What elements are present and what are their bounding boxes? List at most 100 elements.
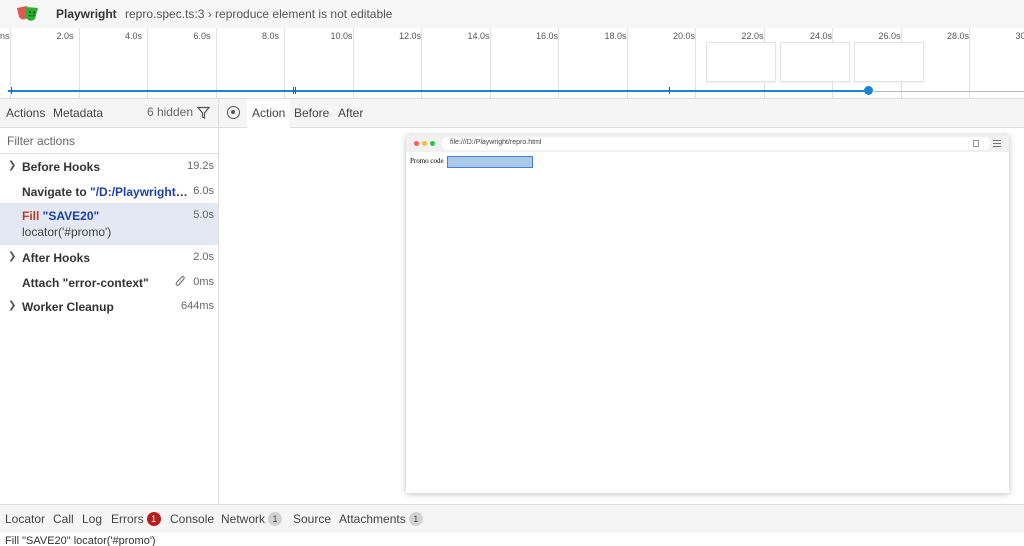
tab-attachments[interactable]: Attachments 1 [339,512,423,526]
tab-label: Source [293,512,332,526]
filter-icon [197,106,210,119]
action-title: Navigate to "/D:/Playwright/re... [22,185,190,199]
pick-locator-icon[interactable] [227,106,240,119]
menu-icon[interactable] [993,140,1001,147]
chevron-right-icon[interactable]: ❯ [8,300,16,311]
action-fill-selected[interactable]: Fill "SAVE20" 5.0s locator('#promo') [0,203,218,245]
timeline-tick [421,28,422,98]
tab-call[interactable]: Call [53,512,74,526]
tab-label: Network [221,512,266,526]
details-tab-strip: Locator Call Log Errors 1 Console Network… [0,504,1024,533]
action-verb: Navigate to [22,184,91,199]
action-title: Fill "SAVE20" [22,209,99,223]
app-header: Playwright repro.spec.ts:3 › reproduce e… [0,0,1024,28]
hidden-actions-filter[interactable]: 6 hidden [147,105,210,119]
action-duration: 6.0s [193,184,214,197]
action-locator: locator('#promo') [22,225,112,239]
timeline-tick-label: 24.0s [810,31,833,41]
snapshot-page: Promo code [406,152,1009,493]
action-duration: 2.0s [193,251,214,263]
action-navigate[interactable]: Navigate to "/D:/Playwright/re... 6.0s [0,179,218,204]
call-details-text: Fill "SAVE20" locator('#promo') [5,535,156,546]
chevron-right-icon[interactable]: ❯ [8,251,16,262]
attachments-count-badge: 1 [408,512,423,526]
tab-label: Console [170,512,215,526]
timeline-tick [78,28,80,98]
tab-errors[interactable]: Errors 1 [111,512,161,526]
copy-icon[interactable] [973,140,979,147]
tab-label: Errors [111,512,144,526]
browser-toolbar: file:///D:/Playwright/repro.html [406,135,1009,152]
tab-metadata[interactable]: Metadata [53,106,103,120]
timeline-tick [147,28,148,98]
timeline-tick-label: 16.0s [536,31,559,41]
action-attach[interactable]: Attach "error-context" 0ms [0,270,218,295]
filter-actions-input[interactable]: Filter actions [0,128,218,154]
action-before-hooks[interactable]: ❯ Before Hooks 19.2s [0,154,218,179]
timeline-tick-label: 4.0s [125,31,143,41]
window-minimize-icon [422,141,427,146]
chevron-right-icon[interactable]: ❯ [8,160,16,171]
timeline-tick-label: 6.0s [193,31,211,41]
tab-log[interactable]: Log [82,512,102,526]
timeline-tick-label: 14.0s [467,31,490,41]
tab-console[interactable]: Console [170,512,214,526]
promo-code-input-highlighted[interactable] [447,156,533,168]
network-count-badge: 1 [268,512,283,526]
timeline-progress-bar [8,90,868,92]
action-after-hooks[interactable]: ❯ After Hooks 2.0s [0,245,218,270]
action-title: Worker Cleanup [22,300,114,314]
timeline-thumbnail [854,42,924,82]
timeline-tick [969,28,970,98]
timeline-tick-label: 10.0s [330,31,353,41]
timeline-tick-label: 30 [1015,31,1024,41]
action-duration: 0ms [193,275,214,288]
action-worker-cleanup[interactable]: ❯ Worker Cleanup 644ms [0,294,218,319]
tab-locator[interactable]: Locator [5,512,45,526]
timeline-thumbnail [706,42,776,82]
tab-action[interactable]: Action [247,99,291,128]
hidden-count-label: 6 hidden [146,105,193,119]
action-title: After Hooks [22,251,91,265]
tab-label: Attachments [339,512,406,526]
timeline-tick-label: ns [0,31,10,41]
timeline-tick-label: 26.0s [878,31,901,41]
paperclip-icon[interactable] [174,275,186,288]
timeline-marker [11,87,12,94]
action-duration: 19.2s [187,160,214,172]
action-argument: "SAVE20" [42,209,100,223]
tab-actions[interactable]: Actions [6,106,45,120]
promo-code-label: Promo code [410,157,444,165]
timeline-tick-label: 22.0s [741,31,764,41]
left-tab-strip: Actions Metadata 6 hidden [0,99,218,128]
timeline-tick [558,28,559,98]
action-title: Before Hooks [22,160,101,174]
test-title: repro.spec.ts:3 › reproduce element is n… [125,7,393,21]
timeline-tick-label: 2.0s [56,31,74,41]
timeline-tick-label: 12.0s [399,31,422,41]
timeline-marker [295,87,296,94]
timeline-marker [669,87,670,94]
window-maximize-icon [430,141,435,146]
tab-after[interactable]: After [333,99,368,128]
tab-label: Call [53,512,74,526]
timeline[interactable]: ns 2.0s 4.0s 6.0s 8.0s 10.0s 12.0s 14.0s 16.0s 18… [0,28,1024,99]
timeline-thumbnail [780,42,850,82]
timeline-tick-label: 18.0s [604,31,627,41]
action-title: Attach "error-context" [22,275,149,290]
action-duration: 5.0s [193,209,214,221]
address-bar: file:///D:/Playwright/repro.html [442,137,990,150]
app-title: Playwright [56,7,117,21]
timeline-tick [215,28,217,98]
tab-network[interactable]: Network 1 [221,512,283,526]
tab-before[interactable]: Before [289,99,334,128]
snapshot-browser-frame: file:///D:/Playwright/repro.html Promo c… [406,135,1009,493]
tab-label: Log [82,512,103,526]
tab-source[interactable]: Source [293,512,331,526]
timeline-marker [293,87,294,94]
timeline-handle[interactable] [864,86,873,95]
timeline-tick-label: 20.0s [673,31,696,41]
snapshot-tab-strip: Action Before After [219,99,1024,128]
actions-panel: Actions Metadata 6 hidden Filter actions… [0,99,219,504]
errors-count-badge: 1 [146,512,161,526]
